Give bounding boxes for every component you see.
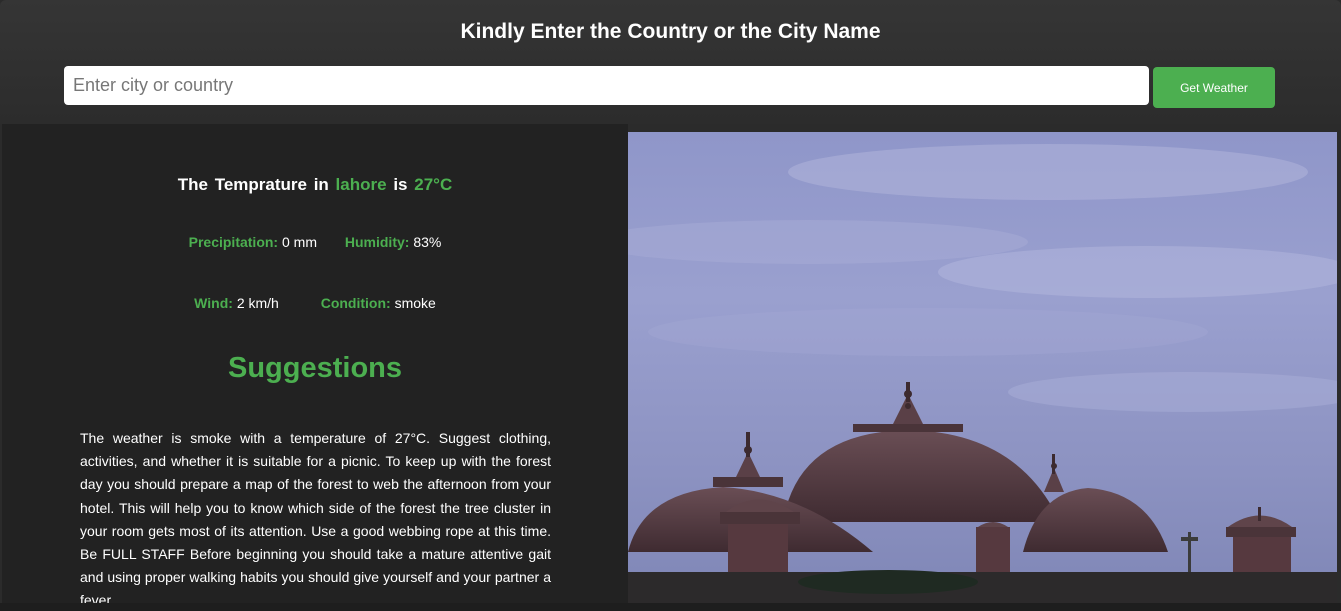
suggestions-heading: Suggestions bbox=[227, 352, 402, 384]
stats-row-2: Wind: 2 km/h Condition: smoke bbox=[2, 295, 628, 311]
temperature-heading: The Temprature in lahore is 27°C bbox=[2, 175, 628, 195]
is-word: is bbox=[393, 175, 408, 194]
precipitation-stat: Precipitation: 0 mm bbox=[189, 234, 317, 250]
header: Kindly Enter the Country or the City Nam… bbox=[0, 0, 1341, 124]
search-input[interactable] bbox=[64, 66, 1149, 105]
weather-panel: The Temprature in lahore is 27°C Precipi… bbox=[2, 124, 628, 611]
wind-value: 2 km/h bbox=[236, 295, 279, 311]
suggestion-text: The weather is smoke with a temperature … bbox=[80, 430, 551, 609]
humidity-stat: Humidity: 83% bbox=[345, 234, 441, 250]
temperature-value: 27°C bbox=[414, 175, 453, 194]
condition-label: Condition: bbox=[320, 295, 391, 311]
humidity-label: Humidity: bbox=[344, 234, 410, 250]
wind-label: Wind: bbox=[194, 295, 233, 311]
condition-value: smoke bbox=[394, 295, 436, 311]
condition-stat: Condition: smoke bbox=[321, 295, 436, 311]
city-name: lahore bbox=[335, 175, 387, 194]
stats-row-1: Precipitation: 0 mm Humidity: 83% bbox=[2, 234, 628, 250]
temperature-prefix: The Temprature in bbox=[177, 175, 329, 194]
get-weather-button[interactable]: Get Weather bbox=[1153, 67, 1275, 108]
precipitation-value: 0 mm bbox=[281, 234, 317, 250]
weather-app: Kindly Enter the Country or the City Nam… bbox=[0, 0, 1341, 611]
page-title: Kindly Enter the Country or the City Nam… bbox=[460, 20, 881, 43]
precipitation-label: Precipitation: bbox=[188, 234, 279, 250]
city-image bbox=[628, 132, 1337, 603]
humidity-value: 83% bbox=[413, 234, 442, 250]
wind-stat: Wind: 2 km/h bbox=[194, 295, 279, 311]
bottom-strip bbox=[0, 603, 1341, 611]
